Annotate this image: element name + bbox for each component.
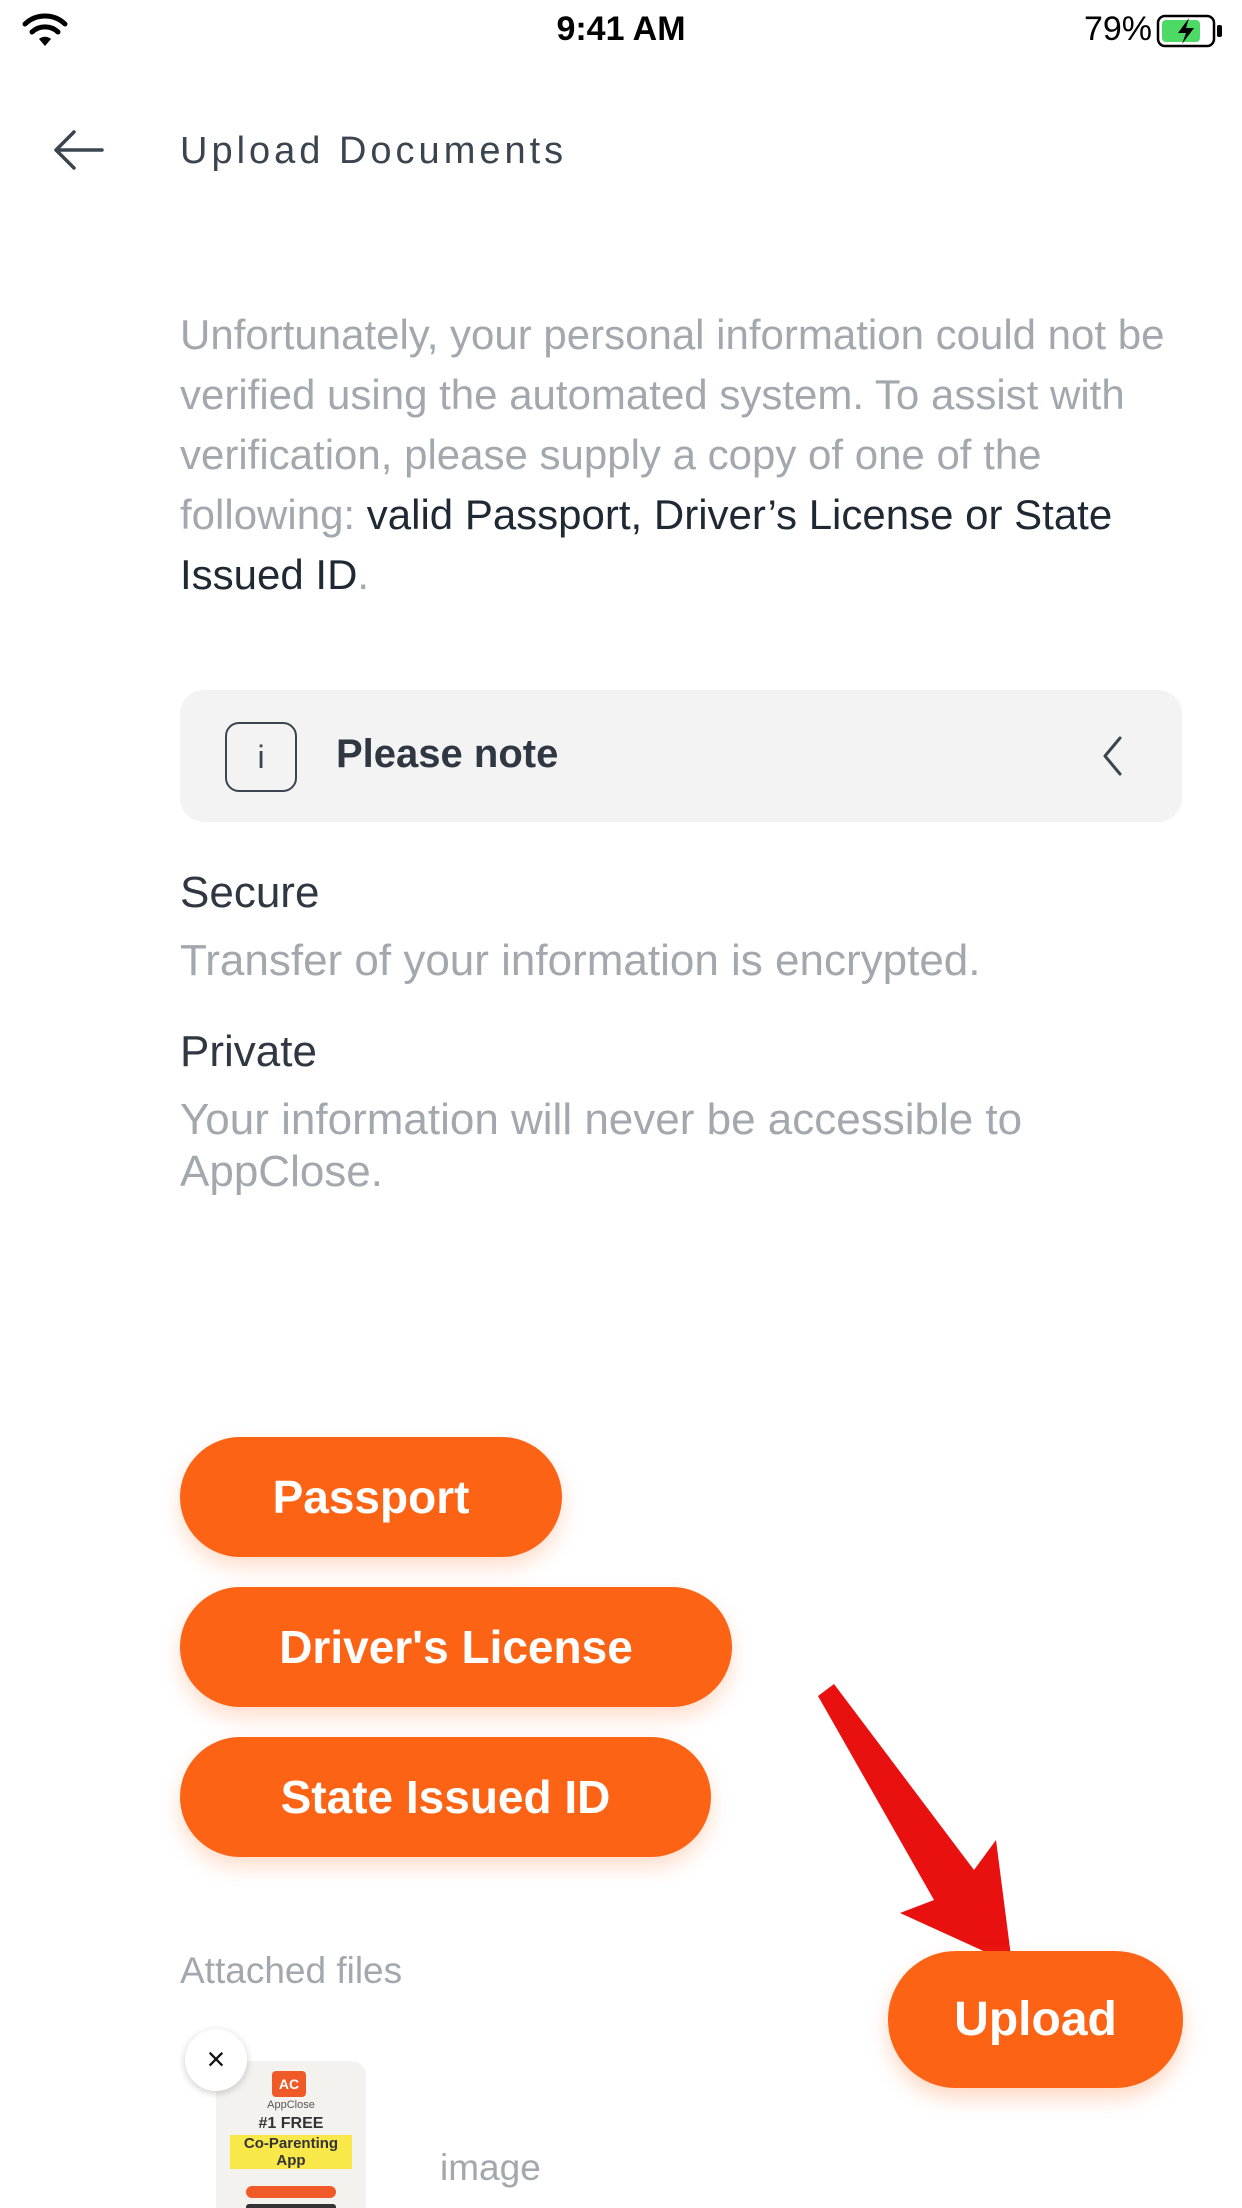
secure-text: Transfer of your information is encrypte…	[180, 936, 981, 985]
remove-attachment-button[interactable]: ×	[185, 2029, 247, 2091]
private-title: Private	[180, 1027, 317, 1076]
app-logo: AC	[272, 2071, 306, 2097]
private-text: Your information will never be accessibl…	[180, 1095, 1023, 1196]
thumbnail-headline: #1 FREE	[258, 2115, 324, 2132]
thumbnail-store-badges	[246, 2204, 336, 2208]
attached-files-label: Attached files	[180, 1950, 403, 1991]
chevron-left-icon	[1103, 736, 1122, 776]
intro-end: .	[357, 551, 370, 598]
please-note-toggle[interactable]: i Please note	[180, 690, 1182, 822]
thumbnail-subheadline: Co-Parenting App	[230, 2135, 352, 2169]
status-time: 9:41 AM	[556, 10, 686, 48]
battery-charging-icon	[1156, 14, 1222, 48]
thumbnail-brand: AppClose	[267, 2099, 315, 2111]
page-title: Upload Documents	[180, 130, 568, 172]
attached-file-thumbnail[interactable]: AC AppClose #1 FREE Co-Parenting App	[216, 2061, 366, 2208]
upload-documents-screen: 9:41 AM 79% Upload Documents Unfortunate…	[0, 0, 1242, 2208]
battery-percentage: 79%	[1083, 10, 1152, 48]
intro-paragraph: Unfortunately, your personal information…	[180, 305, 1170, 605]
state-issued-id-button[interactable]: State Issued ID	[180, 1737, 711, 1857]
thumbnail-cta-bar	[246, 2186, 336, 2198]
arrow-left-icon[interactable]	[48, 120, 108, 180]
red-arrow-annotation	[818, 1684, 1012, 1964]
upload-button[interactable]: Upload	[888, 1951, 1183, 2088]
attached-file-name: image	[440, 2147, 541, 2188]
secure-title: Secure	[180, 868, 320, 917]
passport-button[interactable]: Passport	[180, 1437, 562, 1557]
status-bar: 9:41 AM 79%	[0, 0, 1242, 62]
drivers-license-button[interactable]: Driver's License	[180, 1587, 732, 1707]
please-note-label: Please note	[336, 732, 559, 776]
info-icon: i	[225, 722, 297, 792]
